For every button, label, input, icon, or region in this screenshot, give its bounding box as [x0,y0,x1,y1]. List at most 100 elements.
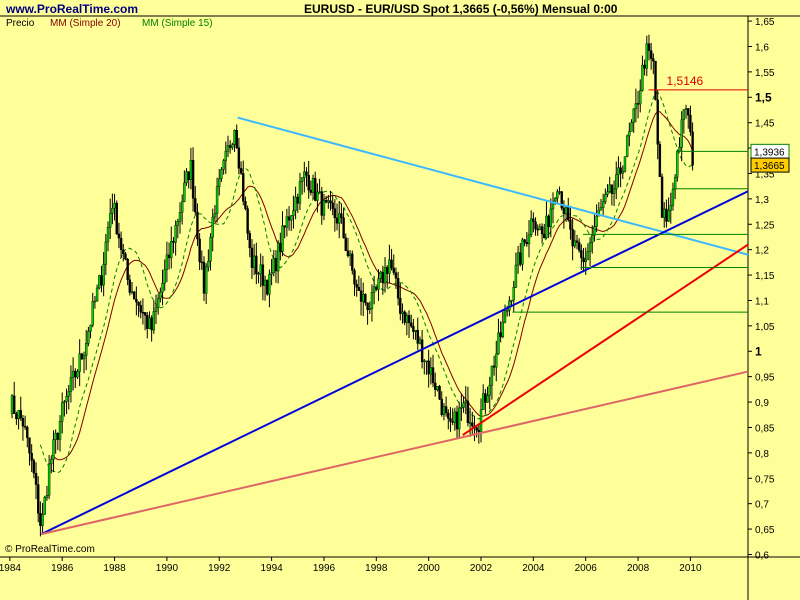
candle-body-down [643,64,646,69]
candle [303,161,306,193]
candle [466,386,470,427]
candle-body-down [390,259,393,269]
candle [540,223,544,244]
candle [314,171,317,202]
candle [100,265,103,293]
candle [418,336,422,345]
candle-body-up [612,188,616,194]
candle [612,180,616,207]
candle-body-up [163,269,166,284]
candle [54,429,57,454]
candle [407,310,411,339]
candle [577,238,581,253]
candle-body-down [582,257,585,263]
candle [499,321,502,343]
candle-body-down [357,286,361,291]
candle [17,410,20,430]
candle-body-up [113,202,116,209]
price-tag-label: 1,3936 [754,147,785,158]
candle [571,218,574,261]
candle-body-up [682,109,686,121]
candle-body-up [58,421,62,440]
candle [425,360,428,375]
candle-body-down [307,175,310,191]
candle-body-up [388,259,391,274]
candle-body-down [647,43,651,51]
candle [56,432,60,450]
candle [124,251,127,261]
candle [183,170,186,203]
candle [87,326,90,347]
chart-canvas[interactable]: 1,651,61,551,51,451,41,351,31,251,21,151… [0,0,800,600]
candle-body-up [95,287,99,302]
candle [687,107,690,129]
candle-body-down [194,198,197,213]
candle-body-up [584,259,587,263]
candle-body-down [475,427,478,431]
candle [19,396,22,421]
candle-body-down [23,426,27,428]
candle [122,243,125,262]
candle-body-up [564,207,568,215]
candle [98,274,101,290]
candle-body-down [255,255,258,274]
candle-body-down [237,147,241,169]
candle [207,249,210,272]
candle-body-down [580,250,583,259]
candle [353,268,356,296]
candle [194,185,197,216]
ma-line-15 [39,91,693,474]
candle [211,208,214,252]
candle [255,242,258,285]
candle-body-down [364,294,367,304]
candle-body-down [167,254,171,259]
candle [667,197,670,222]
candle [366,302,369,325]
candle-body-up [318,191,321,193]
candle [615,161,618,200]
x-tick-label: 2004 [522,563,545,574]
candle [69,365,73,403]
candle-body-down [571,229,574,247]
candle-body-up [634,103,638,110]
y-tick-label: 0,6 [755,550,769,561]
price-tag: 1,3936 [750,143,790,159]
y-tick-label: 1,25 [755,220,775,231]
candle [575,234,579,250]
candle-body-down [375,286,378,290]
candle-body-down [499,332,502,338]
candle [43,495,46,515]
candle-body-down [200,261,204,264]
candle [132,290,136,300]
candle-body-down [575,240,579,243]
candle [257,271,260,284]
candle-body-down [619,167,622,174]
candle-body-down [449,418,452,422]
candle-body-down [532,218,535,222]
site-link[interactable]: www.ProRealTime.com [6,2,138,16]
candle [148,311,151,330]
candle [545,201,548,240]
x-tick-label: 2008 [627,563,650,574]
candle-body-up [486,395,489,403]
candle [104,234,108,276]
candle [462,396,465,413]
candle [276,240,280,284]
candle-body-down [346,250,350,257]
candle [37,476,40,523]
candle [396,271,400,306]
candle [272,249,275,277]
candle [226,135,230,158]
candle-body-up [47,463,51,496]
chart-title: EURUSD - EUR/USD Spot 1,3665 (-0,56%) Me… [304,2,618,16]
candle [558,186,561,195]
candle-body-down [122,249,125,255]
candle-body-down [187,171,190,180]
candle-body-up [615,174,618,190]
candle [370,284,374,322]
candle [222,158,225,175]
candle-body-up [259,264,262,274]
candle-body-down [333,208,337,219]
candle-body-up [63,401,66,403]
candle-body-down [340,213,343,218]
